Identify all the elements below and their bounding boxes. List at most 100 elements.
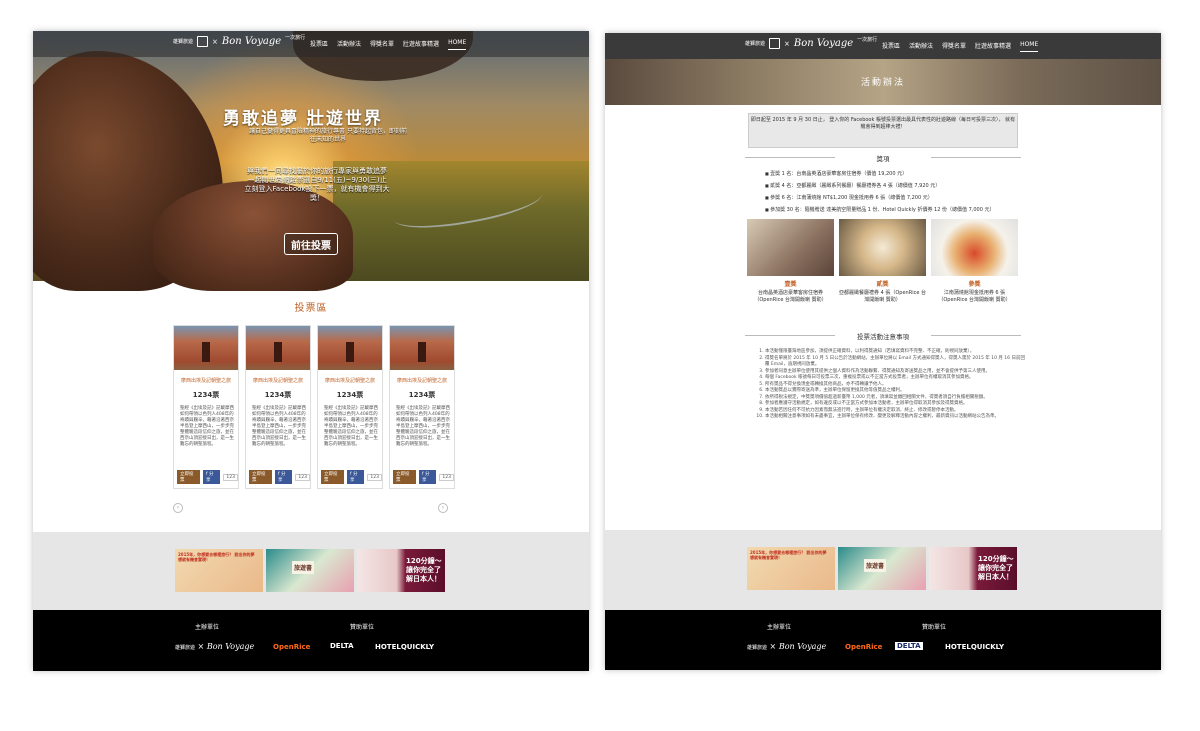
organizer-logo[interactable]: 雄獅旅遊 × Bon Voyage — [175, 642, 254, 651]
prize-rank: 貳獎 — [876, 281, 889, 288]
nav-item-rules[interactable]: 活動辦法 — [337, 39, 361, 50]
prev-arrow-icon[interactable]: ‹ — [173, 503, 183, 513]
prize-captions: 壹獎 台南晶英酒店豪華客房住宿券（OpenRice 台灣開飯喇 贊助） 貳獎亞都麗… — [747, 281, 1018, 304]
rule-item: 本活動相關注意事項如有未盡事宜，主辦單位保有修改、變更及解釋活動內容之權利，最新… — [765, 414, 1027, 421]
share-count: 123 — [295, 473, 310, 481]
logo-sub: 一次旅行 — [857, 37, 878, 43]
brand-logo[interactable]: 雄獅旅遊 × Bon Voyage 一次旅行 — [173, 35, 306, 47]
site-footer: 主辦單位 贊助單位 雄獅旅遊 × Bon Voyage OpenRice DEL… — [605, 610, 1161, 670]
organizer-label: 主辦單位 — [767, 624, 792, 631]
vote-now-button[interactable]: 立即投票 — [321, 470, 345, 484]
sponsor-label: 贊助單位 — [922, 624, 947, 631]
prize-images — [747, 219, 1018, 276]
footer-logo-tag: 雄獅旅遊 — [175, 645, 196, 651]
rules-heading: 投票活動注意事項 — [745, 331, 1021, 341]
nav-menu: 投票區 活動辦法 得獎名單 壯遊故事精選 HOME — [882, 41, 1039, 52]
ad-banner-book[interactable]: 旅遊書 — [266, 549, 354, 592]
rule-item: 得獎名單將於 2015 年 10 月 5 日公告於活動網站，主辦單位將以 Ema… — [765, 356, 1027, 369]
openrice-logo[interactable]: OpenRice — [845, 643, 882, 651]
prize-desc: 江南蒲燒館現金抵用券 6 張（OpenRice 台灣開飯喇 贊助） — [938, 290, 1011, 303]
page-title: 活動辦法 — [860, 78, 905, 88]
hotelquickly-logo[interactable]: HOTELQUICKLY — [375, 643, 434, 651]
card-title[interactable]: 摩西出埃及記朝聖之旅 — [174, 377, 238, 384]
card-photo[interactable] — [318, 326, 382, 370]
ad-banner-row: 2015年，你想要去哪裡旅行？ 說出你的夢想就有機會實現！ 旅遊書 120分鐘～… — [747, 547, 1017, 590]
hero-call-to-action: 與我們一同尋找屬於你的旅行專家與勇敢追夢 一起閱世界網路票選自9/11(五)~9… — [244, 167, 390, 202]
sponsor-label: 贊助單位 — [350, 624, 375, 631]
event-notice: 即日起至 2015 年 9 月 30 日止， 登入你的 Facebook 帳號投… — [748, 113, 1018, 148]
hotelquickly-logo[interactable]: HOTELQUICKLY — [945, 643, 1004, 651]
prize-item: 壹獎 1 名：台南晶英酒店豪華客房住宿券（價值 19,200 元） — [765, 168, 995, 180]
card-title[interactable]: 摩西出埃及記朝聖之旅 — [246, 377, 310, 384]
suitcase-icon — [197, 36, 209, 47]
organizer-logo[interactable]: 雄獅旅遊 × Bon Voyage — [747, 642, 826, 651]
vote-section-title: 投票區 — [294, 303, 328, 314]
footer-logo-brand: Bon Voyage — [778, 642, 827, 651]
delta-logo[interactable]: DELTA — [895, 642, 923, 650]
vote-now-button[interactable]: 立即投票 — [177, 470, 201, 484]
prize-item: 參獎 6 名：江南蒲燒館 NT$1,200 現金抵用券 6 張（總價值 7,20… — [765, 192, 995, 204]
ad-banner-travel-dream[interactable]: 2015年，你想要去哪裡旅行？ 說出你的夢想就有機會實現！ — [175, 549, 263, 592]
vote-now-button[interactable]: 立即投票 — [249, 470, 273, 484]
nav-item-stories[interactable]: 壯遊故事精選 — [975, 41, 1011, 52]
vote-card: 摩西出埃及記朝聖之旅 1234票 聖經《出埃及記》記載摩西如何帶領以色列人408… — [389, 325, 455, 489]
vote-cards: 摩西出埃及記朝聖之旅 1234票 聖經《出埃及記》記載摩西如何帶領以色列人408… — [173, 325, 455, 489]
hero-title: 勇敢追夢 壯遊世界 — [223, 109, 383, 129]
nav-item-vote[interactable]: 投票區 — [882, 41, 900, 52]
top-nav: 雄獅旅遊 × Bon Voyage 一次旅行 投票區 活動辦法 得獎名單 壯遊故… — [33, 31, 589, 57]
nav-item-stories[interactable]: 壯遊故事精選 — [403, 39, 439, 50]
next-arrow-icon[interactable]: › — [438, 503, 448, 513]
prize-caption: 參獎江南蒲燒館現金抵用券 6 張（OpenRice 台灣開飯喇 贊助） — [931, 281, 1018, 304]
logo-times-sign: × — [784, 39, 790, 48]
go-vote-button[interactable]: 前往投票 — [284, 233, 338, 255]
share-count: 123 — [223, 473, 238, 481]
facebook-share-button[interactable]: f 分享 — [275, 470, 293, 484]
brand-logo[interactable]: 雄獅旅遊 × Bon Voyage 一次旅行 — [745, 37, 878, 49]
vote-card: 摩西出埃及記朝聖之旅 1234票 聖經《出埃及記》記載摩西如何帶領以色列人408… — [245, 325, 311, 489]
prize-image-hotel — [747, 219, 834, 276]
facebook-share-button[interactable]: f 分享 — [203, 470, 221, 484]
prize-desc: 亞都麗緻餐廳禮券 4 張（OpenRice 台灣開飯喇 贊助） — [839, 290, 926, 303]
card-description: 聖經《出埃及記》記載摩西如何帶領以色列人408年的奇蹟與艱辛，藉著沿著西奈半島登… — [396, 406, 450, 447]
suitcase-icon — [769, 38, 781, 49]
card-photo[interactable] — [174, 326, 238, 370]
footer-logo-tag: 雄獅旅遊 — [747, 645, 768, 651]
card-vote-count: 1234票 — [336, 391, 364, 399]
card-title[interactable]: 摩西出埃及記朝聖之旅 — [318, 377, 382, 384]
nav-item-winners[interactable]: 得獎名單 — [942, 41, 966, 52]
ad-banner-travel-dream[interactable]: 2015年，你想要去哪裡旅行？ 說出你的夢想就有機會實現！ — [747, 547, 835, 590]
nav-item-home[interactable]: HOME — [1020, 41, 1039, 52]
prize-image-afternoon-tea — [839, 219, 926, 276]
logo-times-sign: × — [212, 37, 218, 46]
banner-text: 旅遊書 — [292, 561, 315, 574]
prize-image-dish — [931, 219, 1018, 276]
prize-rank: 參獎 — [968, 281, 981, 288]
card-title[interactable]: 摩西出埃及記朝聖之旅 — [390, 377, 454, 384]
facebook-share-button[interactable]: f 分享 — [419, 470, 437, 484]
hero-subtitle: 讓自己變得更具冒險精神的旅行專書 只要持起背包，即刻前往未知的世界 — [249, 128, 407, 143]
openrice-logo[interactable]: OpenRice — [273, 643, 310, 651]
rules-page-preview: 活動辦法 雄獅旅遊 × Bon Voyage 一次旅行 投票區 活動辦法 得獎名… — [605, 33, 1161, 670]
prize-caption: 壹獎 台南晶英酒店豪華客房住宿券（OpenRice 台灣開飯喇 贊助） — [747, 281, 834, 304]
prize-item: 參加獎 30 名：隨機贈送 達美航空限量贈品 1 份、Hotel Quickly… — [765, 204, 994, 216]
nav-item-vote[interactable]: 投票區 — [310, 39, 328, 50]
logo-sub: 一次旅行 — [285, 35, 306, 41]
vote-card: 摩西出埃及記朝聖之旅 1234票 聖經《出埃及記》記載摩西如何帶領以色列人408… — [173, 325, 239, 489]
nav-item-home[interactable]: HOME — [448, 39, 467, 50]
facebook-share-button[interactable]: f 分享 — [347, 470, 365, 484]
vote-now-button[interactable]: 立即投票 — [393, 470, 417, 484]
card-actions: 立即投票 f 分享 123 — [177, 470, 238, 484]
card-actions: 立即投票 f 分享 123 — [249, 470, 310, 484]
nav-menu: 投票區 活動辦法 得獎名單 壯遊故事精選 HOME — [310, 39, 467, 50]
ad-banner-book[interactable]: 旅遊書 — [838, 547, 926, 590]
top-nav: 雄獅旅遊 × Bon Voyage 一次旅行 投票區 活動辦法 得獎名單 壯遊故… — [605, 33, 1161, 59]
ad-banner-japan[interactable]: 120分鐘～讓你完全了解日本人！ — [929, 547, 1017, 590]
ad-banner-japan[interactable]: 120分鐘～讓你完全了解日本人！ — [357, 549, 445, 592]
card-photo[interactable] — [390, 326, 454, 370]
nav-item-winners[interactable]: 得獎名單 — [370, 39, 394, 50]
prize-desc: 台南晶英酒店豪華客房住宿券（OpenRice 台灣開飯喇 贊助） — [754, 290, 827, 303]
card-photo[interactable] — [246, 326, 310, 370]
delta-logo[interactable]: DELTA — [330, 642, 354, 650]
nav-item-rules[interactable]: 活動辦法 — [909, 41, 933, 52]
home-page-preview: 勇敢追夢 壯遊世界 讓自己變得更具冒險精神的旅行專書 只要持起背包，即刻前往未知… — [33, 31, 589, 671]
